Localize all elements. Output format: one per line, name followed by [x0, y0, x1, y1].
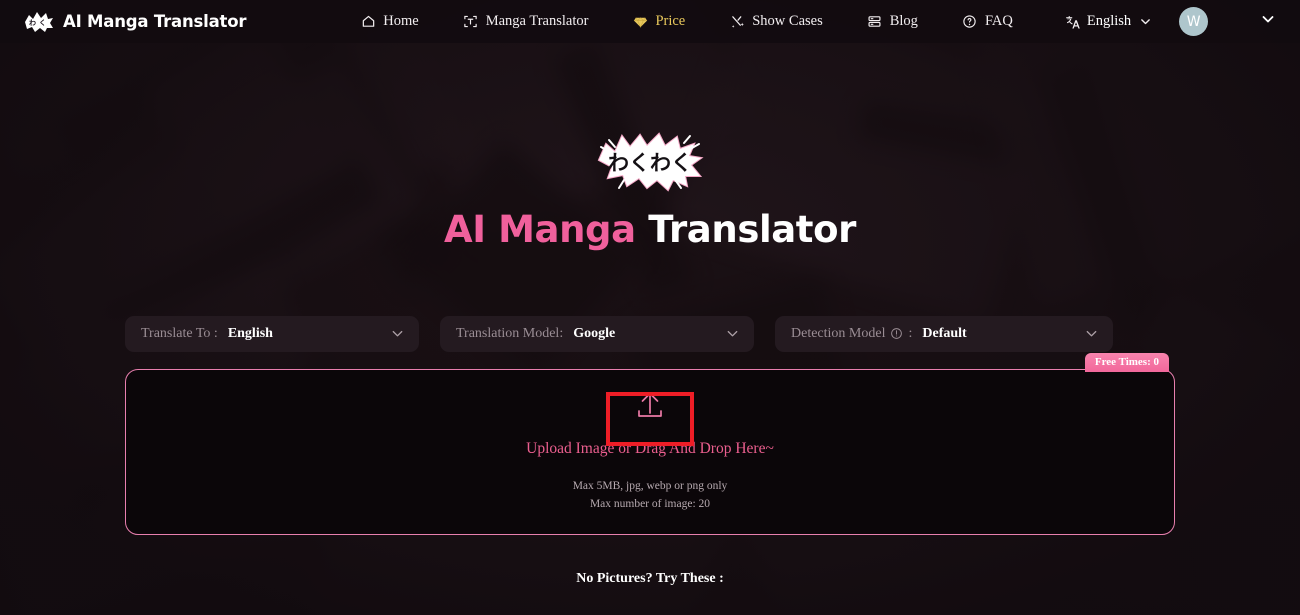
avatar-initial: W [1186, 13, 1201, 30]
manga-burst-wakuwaku-icon: わくわく [595, 130, 705, 192]
diamond-icon [632, 14, 648, 30]
chevron-down-icon [390, 326, 405, 341]
translate-icon [1065, 14, 1081, 30]
svg-text:わ: わ [29, 19, 36, 27]
language-label: English [1086, 13, 1132, 29]
header-menu-caret[interactable] [1252, 7, 1284, 36]
hero-section: わくわく AI Manga Translator [0, 43, 1300, 251]
info-circle-icon[interactable] [890, 327, 903, 340]
nav-item-blog[interactable]: Blog [845, 9, 940, 34]
language-switcher[interactable]: English [1057, 9, 1161, 34]
nav-item-home[interactable]: Home [338, 9, 440, 34]
nav-item-faq[interactable]: FAQ [940, 9, 1035, 34]
try-these-heading: No Pictures? Try These : [576, 570, 724, 586]
upload-arrow-icon[interactable] [633, 389, 667, 426]
main-nav: Home Manga Translator Price Show Cases B… [338, 9, 1035, 34]
avatar[interactable]: W [1179, 7, 1209, 36]
translate-to-value: English [227, 325, 273, 341]
nav-label: Price [655, 13, 686, 29]
detection-model-select[interactable]: Detection Model : Default [775, 315, 1113, 352]
upload-section: Free Times: 0 Upload Image or Drag And D… [125, 352, 1175, 535]
detection-model-value: Default [922, 325, 967, 341]
free-times-badge: Free Times: 0 [1084, 352, 1169, 372]
upload-cta-text: Upload Image or Drag And Drop Here~ [526, 440, 774, 458]
nav-item-show-cases[interactable]: Show Cases [707, 9, 845, 34]
nav-label: Blog [889, 13, 918, 29]
manga-burst-logo-icon: わ く [24, 11, 54, 33]
scan-text-icon [463, 14, 479, 30]
brand-name: AI Manga Translator [63, 12, 247, 31]
chevron-down-icon [1260, 11, 1276, 32]
translation-model-value: Google [573, 325, 616, 341]
translation-model-select[interactable]: Translation Model: Google [440, 315, 754, 352]
translate-to-select[interactable]: Translate To : English [125, 315, 419, 352]
nav-label: Home [383, 13, 419, 29]
sparkle-scissors-icon [729, 14, 745, 30]
question-circle-icon [962, 14, 978, 30]
chevron-down-icon [725, 326, 740, 341]
upload-hint-line2: Max number of image: 20 [589, 498, 711, 511]
page-title-rest: Translator [648, 208, 856, 251]
detection-model-label-colon: : [908, 325, 913, 341]
chevron-down-icon [1137, 14, 1153, 30]
home-icon [360, 14, 376, 30]
page-title-accent: AI Manga [444, 208, 636, 251]
page-title: AI Manga Translator [0, 208, 1300, 251]
nav-label: Show Cases [752, 13, 823, 29]
blog-icon [867, 14, 883, 30]
upload-hint-line1: Max 5MB, jpg, webp or png only [572, 480, 728, 493]
chevron-down-icon [1084, 326, 1099, 341]
translation-model-label: Translation Model: [456, 325, 564, 341]
detection-model-label-text: Detection Model [791, 325, 886, 341]
nav-item-price[interactable]: Price [610, 9, 707, 34]
main-content: わくわく AI Manga Translator Translate To : … [0, 43, 1300, 587]
brand-logo[interactable]: わ く AI Manga Translator [24, 11, 246, 33]
upload-dropzone[interactable]: Upload Image or Drag And Drop Here~ Max … [125, 368, 1175, 535]
translate-to-label: Translate To : [141, 325, 218, 341]
nav-label: FAQ [984, 13, 1013, 29]
nav-label: Manga Translator [485, 13, 589, 29]
options-row: Translate To : English Translation Model… [0, 315, 1300, 352]
svg-text:く: く [39, 19, 46, 27]
top-header: わ く AI Manga Translator Home Manga Trans… [0, 0, 1300, 43]
detection-model-label: Detection Model : [791, 326, 912, 342]
svg-text:わくわく: わくわく [608, 151, 692, 175]
nav-item-manga-translator[interactable]: Manga Translator [441, 9, 611, 34]
